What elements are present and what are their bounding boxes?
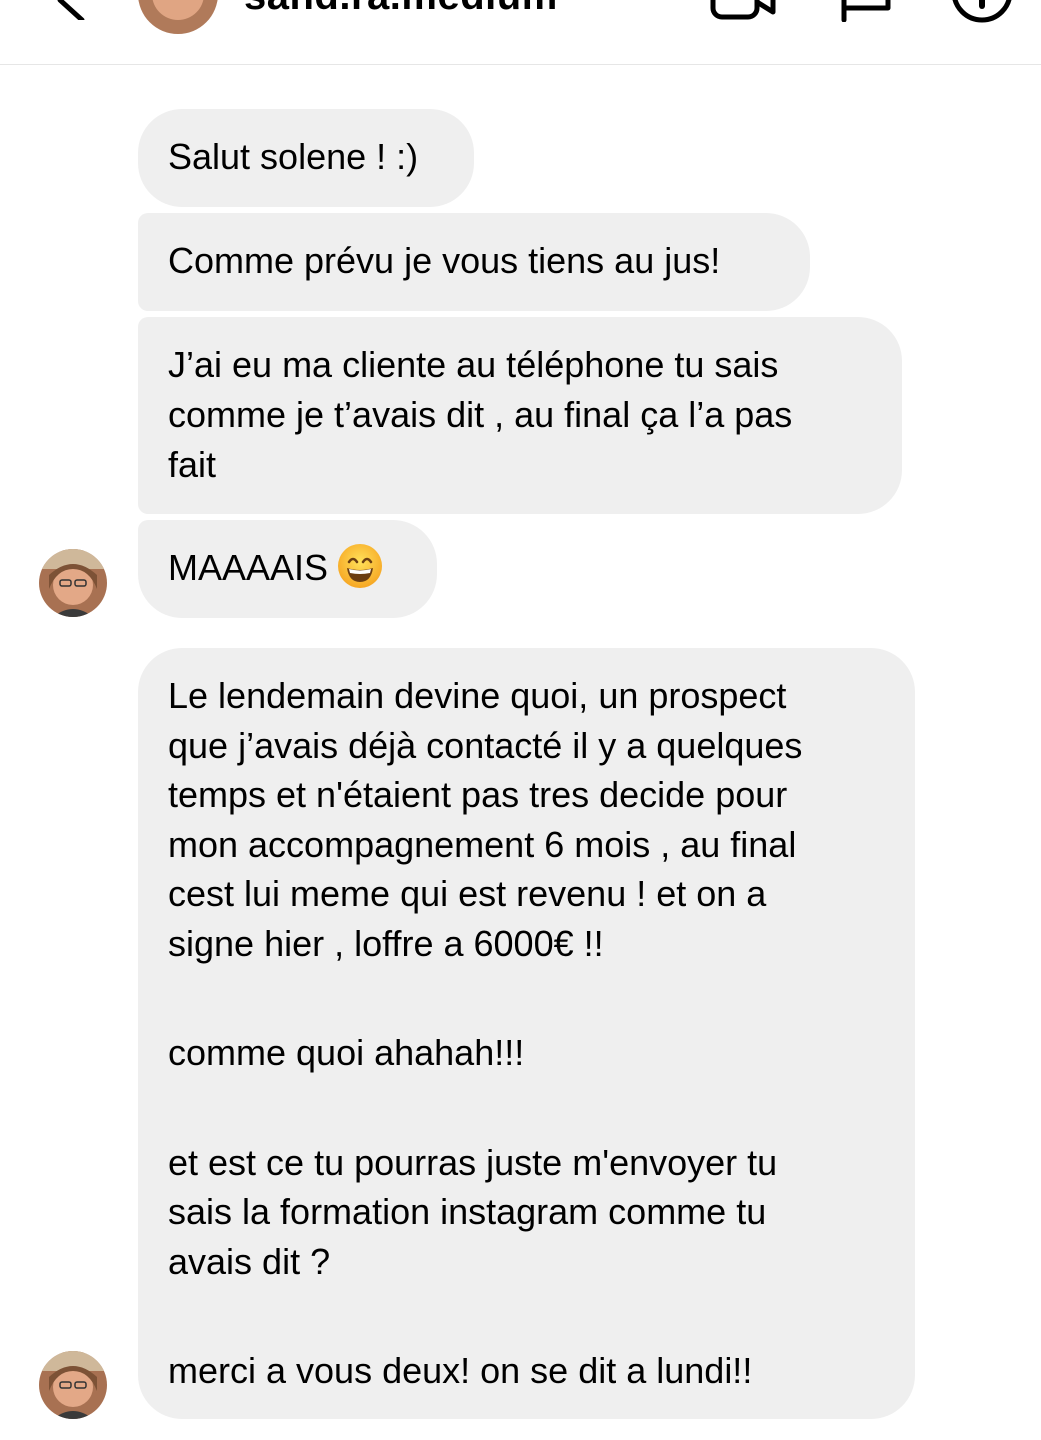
- message-line: J’ai eu ma cliente au téléphone tu sais: [168, 344, 779, 385]
- message-text: Comme prévu je vous tiens au jus!: [168, 240, 721, 281]
- video-call-icon[interactable]: [710, 0, 776, 22]
- info-icon[interactable]: [950, 0, 1014, 24]
- message-bubble[interactable]: MAAAAIS: [138, 520, 437, 618]
- message-line: merci a vous deux! on se dit a lundi!!: [168, 1350, 753, 1391]
- message-text: MAAAAIS: [168, 547, 329, 588]
- message-line: que j’avais déjà contacté il y a quelque…: [168, 724, 803, 766]
- back-arrow-icon[interactable]: [52, 0, 92, 20]
- message-line: mon accompagnement 6 mois , au final: [168, 823, 797, 865]
- message-bubble[interactable]: J’ai eu ma cliente au téléphone tu sais …: [138, 317, 902, 514]
- message-line: fait: [168, 444, 217, 485]
- message-text: Salut solene ! :): [168, 136, 419, 177]
- message-line: cest lui meme qui est revenu ! et on a: [168, 873, 767, 914]
- message-line: comme je t’avais dit , au final ça l’a p…: [168, 394, 793, 435]
- flag-icon[interactable]: [838, 0, 894, 22]
- header-avatar[interactable]: [138, 0, 218, 34]
- message-bubble[interactable]: Salut solene ! :): [138, 109, 474, 207]
- chat-header: sand.ra.medium: [0, 0, 1041, 65]
- message-bubble[interactable]: Comme prévu je vous tiens au jus!: [138, 213, 810, 311]
- message-line: Le lendemain devine quoi, un prospect: [168, 675, 787, 716]
- message-line: et est ce tu pourras juste m'envoyer tu: [168, 1141, 778, 1183]
- sender-avatar[interactable]: [39, 549, 107, 617]
- grinning-face-emoji: [338, 544, 383, 589]
- message-line: comme quoi ahahah!!!: [168, 1032, 525, 1073]
- sender-avatar[interactable]: [39, 1351, 107, 1419]
- message-line: temps et n'étaient pas tres decide pour: [168, 774, 788, 815]
- message-line: avais dit ?: [168, 1240, 331, 1282]
- message-line: signe hier , loffre a 6000€ !!: [168, 922, 604, 964]
- message-line: sais la formation instagram comme tu: [168, 1191, 767, 1232]
- header-username[interactable]: sand.ra.medium: [244, 0, 558, 19]
- message-bubble[interactable]: Le lendemain devine quoi, un prospect qu…: [138, 648, 915, 1419]
